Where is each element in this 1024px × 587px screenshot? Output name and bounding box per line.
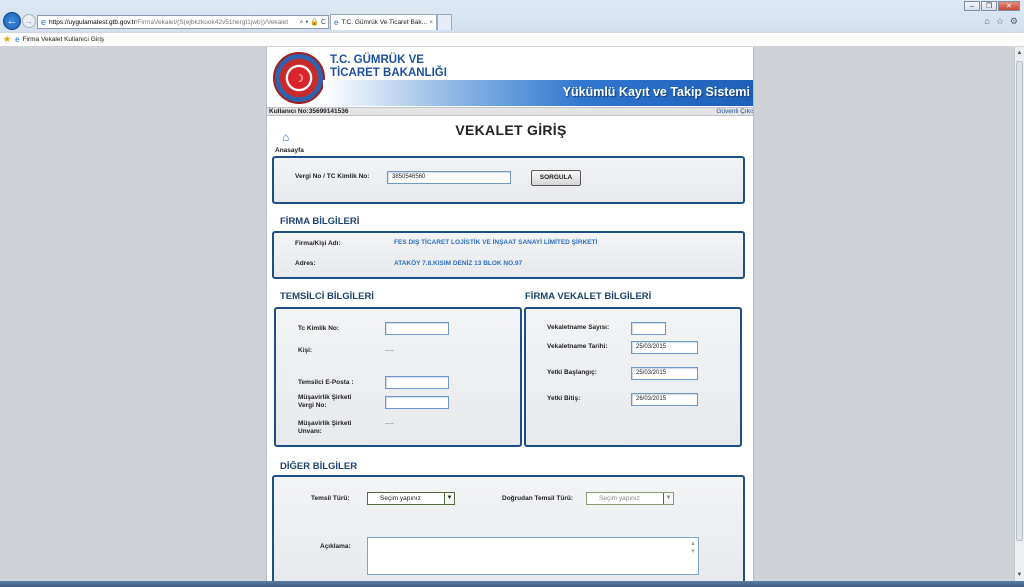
home-icon[interactable]: ⌂ <box>282 130 296 144</box>
firma-name-value: FES DIŞ TİCARET LOJİSTİK VE İNŞAAT SANAY… <box>394 239 598 246</box>
browser-chrome: ← → e https://uygulamatest.gtb.gov.tr/Fi… <box>0 0 1024 46</box>
favorite-link[interactable]: Firma Vekalet Kullanıcı Giriş <box>23 36 105 43</box>
tc-input[interactable] <box>385 322 449 335</box>
star-icon[interactable]: ★ <box>3 34 11 45</box>
ie-icon: e <box>15 35 20 44</box>
tax-id-input[interactable]: 3850546560 <box>387 171 511 184</box>
vekalet-section-title: FİRMA VEKALET BİLGİLERİ <box>525 291 652 302</box>
vekalet-sayisi-input[interactable] <box>631 322 666 335</box>
address-bar-controls[interactable]: ⌕ ▾ 🔒 C <box>300 18 328 27</box>
browser-tools: ⌂ ☆ ⚙ <box>984 16 1018 27</box>
scroll-thumb[interactable] <box>1016 61 1023 541</box>
header-banner: Yükümlü Kayıt ve Takip Sistemi <box>323 80 753 106</box>
window-controls: – ❐ ✕ <box>964 1 1020 11</box>
scroll-up-icon[interactable]: ▲ <box>1015 48 1024 58</box>
email-input[interactable] <box>385 376 449 389</box>
query-label: Vergi No / TC Kimlik No: <box>295 173 370 180</box>
restore-button[interactable]: ❐ <box>981 1 997 11</box>
page: ☽ T.C. GÜMRÜK VE TİCARET BAKANLIĞI Yüküm… <box>266 47 754 581</box>
musavirlik-unvan-value: ---- <box>385 420 394 427</box>
temsil-turu-label: Temsil Türü: <box>311 495 350 502</box>
firma-name-label: Firma/Kişi Adı: <box>295 240 341 247</box>
tab-title: T.C. Gümrük Ve Ticaret Bak... <box>341 19 428 26</box>
temsil-turu-select[interactable]: Seçim yapınız ▼ <box>367 492 455 505</box>
user-number: Kullanıcı No:35699141536 <box>269 108 349 115</box>
yetki-baslangic-label: Yetki Başlangıç: <box>547 369 597 376</box>
musavirlik-unvan-label: Müşavirlik Şirketi Unvanı: <box>298 420 352 435</box>
back-arrow-icon[interactable]: ← <box>3 12 21 30</box>
ministry-logo-icon: ☽ <box>273 52 325 104</box>
dogrudan-temsil-select[interactable]: Seçim yapınız ▼ <box>586 492 674 505</box>
vekalet-tarihi-input[interactable]: 25/03/2015 <box>631 341 698 354</box>
page-title: VEKALET GİRİŞ <box>455 122 567 138</box>
yetki-bitis-input[interactable]: 26/03/2015 <box>631 393 698 406</box>
browser-tab[interactable]: e T.C. Gümrük Ve Ticaret Bak... × <box>330 14 437 30</box>
logout-link[interactable]: Güvenli Çıkış <box>716 108 753 116</box>
home-icon[interactable]: ⌂ <box>984 16 989 27</box>
taskbar <box>0 581 1024 587</box>
yetki-baslangic-input[interactable]: 25/03/2015 <box>631 367 698 380</box>
new-tab-button[interactable] <box>437 14 452 30</box>
temsilci-panel: Tc Kimlik No: Kişi: ---- Temsilci E-Post… <box>274 307 522 447</box>
vekalet-panel: Vekaletname Sayısı: Vekaletname Tarihi: … <box>524 307 742 447</box>
close-icon[interactable]: × <box>429 19 433 26</box>
musavirlik-vergi-input[interactable] <box>385 396 449 409</box>
url-text: https://uygulamatest.gtb.gov.tr/FirmaVek… <box>49 18 289 26</box>
favorites-bar: ★ e Firma Vekalet Kullanıcı Giriş <box>0 32 1024 46</box>
home-link[interactable]: Anasayfa <box>275 147 304 154</box>
firma-section-title: FİRMA BİLGİLERİ <box>280 216 360 227</box>
query-button[interactable]: SORGULA <box>531 170 581 186</box>
vekalet-tarihi-label: Vekaletname Tarihi: <box>547 343 608 350</box>
temsilci-section-title: TEMSİLCİ BİLGİLERİ <box>280 291 374 302</box>
dogrudan-temsil-label: Doğrudan Temsil Türü: <box>502 495 574 502</box>
firma-address-value: ATAKÖY 7.8.KISIM DENİZ 13 BLOK NO.97 <box>394 260 523 267</box>
minimize-button[interactable]: – <box>964 1 980 11</box>
gear-icon[interactable]: ⚙ <box>1010 16 1018 27</box>
ministry-name: T.C. GÜMRÜK VE TİCARET BAKANLIĞI <box>330 54 447 79</box>
aciklama-textarea[interactable]: ▲ ▼ <box>367 537 699 575</box>
kisi-label: Kişi: <box>298 347 313 354</box>
address-bar[interactable]: e https://uygulamatest.gtb.gov.tr/FirmaV… <box>37 15 329 29</box>
email-label: Temsilci E-Posta : <box>298 379 354 386</box>
diger-section-title: DİĞER BİLGİLER <box>280 461 358 472</box>
tc-label: Tc Kimlik No: <box>298 325 340 332</box>
site-header: ☽ T.C. GÜMRÜK VE TİCARET BAKANLIĞI Yüküm… <box>267 47 753 109</box>
chevron-down-icon: ▼ <box>444 493 454 504</box>
page-scrollbar[interactable]: ▲ ▼ <box>1014 47 1024 581</box>
textarea-scroll-arrows[interactable]: ▲ ▼ <box>690 540 696 556</box>
firma-panel: Firma/Kişi Adı: FES DIŞ TİCARET LOJİSTİK… <box>272 231 745 279</box>
vekalet-sayisi-label: Vekaletname Sayısı: <box>547 324 610 331</box>
close-window-button[interactable]: ✕ <box>998 1 1020 11</box>
ie-icon: e <box>41 17 47 27</box>
forward-arrow-icon[interactable]: → <box>22 14 36 28</box>
user-bar: Kullanıcı No:35699141536 Güvenli Çıkış <box>267 107 753 116</box>
star-icon[interactable]: ☆ <box>996 16 1004 27</box>
scroll-down-icon[interactable]: ▼ <box>1015 570 1024 580</box>
firma-address-label: Adres: <box>295 260 316 267</box>
yetki-bitis-label: Yetki Bitiş: <box>547 395 581 402</box>
kisi-value: ---- <box>385 347 394 354</box>
diger-panel: Temsil Türü: Seçim yapınız ▼ Doğrudan Te… <box>272 475 745 581</box>
aciklama-label: Açıklama: <box>320 543 351 550</box>
ie-icon: e <box>334 18 339 27</box>
system-title: Yükümlü Kayıt ve Takip Sistemi <box>562 85 750 99</box>
crescent-star-icon: ☽ <box>288 67 310 89</box>
query-panel: Vergi No / TC Kimlik No: 3850546560 SORG… <box>272 156 745 204</box>
musavirlik-vergi-label: Müşavirlik Şirketi Vergi No: <box>298 394 352 409</box>
chevron-down-icon: ▼ <box>663 493 673 504</box>
